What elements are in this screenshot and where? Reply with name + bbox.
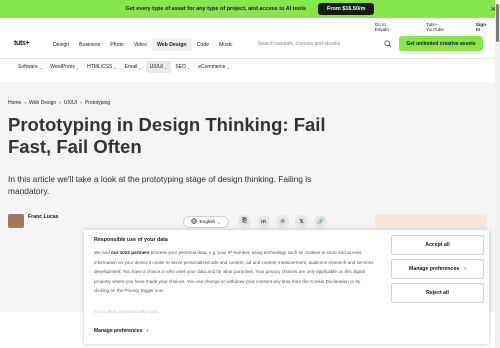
nav-item-code[interactable]: Code	[192, 39, 214, 51]
chevron-down-icon: ⌄	[113, 64, 117, 70]
search-input[interactable]: Search tutorials, courses and ebooks	[254, 41, 383, 47]
chevron-down-icon: ⌄	[226, 64, 230, 70]
consent-body: We and our 1022 partners process your pe…	[94, 250, 374, 293]
breadcrumb: Home › Web Design › UX/UI › Prototyping	[8, 100, 110, 106]
article-lede: In this article we'll take a look at the…	[8, 174, 312, 196]
nav-item-music[interactable]: Music	[214, 39, 238, 51]
subnav-label: SEO	[175, 64, 186, 70]
cookie-consent-dialog: Responsible use of your data We and our …	[84, 230, 489, 344]
x-icon[interactable]: 𝕏	[295, 215, 308, 228]
category-nav: Design Business Photo Video Web Design Code Mu…	[48, 39, 238, 51]
link-icon[interactable]: 🔗	[314, 215, 327, 228]
nav-item-video[interactable]: Video	[129, 39, 152, 51]
logo-text: tuts+	[14, 40, 30, 47]
author-name[interactable]: Franc Lucas	[28, 214, 59, 220]
promo-banner: Get every type of asset for any type of …	[0, 0, 500, 18]
subnav-label: eCommerce	[198, 64, 226, 70]
chevron-right-icon: ›	[59, 100, 61, 106]
search-bar[interactable]: Search tutorials, courses and ebooks	[254, 37, 393, 51]
manage-preferences-link[interactable]: Manage preferences ›	[94, 328, 148, 334]
scrollbar[interactable]	[495, 0, 500, 348]
nav-item-design[interactable]: Design	[48, 39, 74, 51]
nav-item-business[interactable]: Business	[74, 39, 105, 51]
language-selector[interactable]: English ⌄	[183, 216, 229, 228]
share-buttons: ⎘ in ℗ 𝕏 🔗	[238, 215, 327, 228]
chevron-down-icon: ⌄	[38, 64, 43, 70]
get-unlimited-assets-button[interactable]: Get unlimited creative assets	[399, 36, 483, 51]
subnav-label: UX/UI	[149, 64, 163, 70]
sub-nav: Software ⌄ WordPress ⌄ HTML/CSS ⌄ Email ⌄ UX/UI ⌄…	[14, 60, 234, 74]
subnav-item-ux-ui[interactable]: UX/UI ⌄	[145, 61, 172, 73]
subnav-label: Software	[18, 64, 38, 70]
breadcrumb-item[interactable]: Web Design	[29, 100, 56, 106]
goto-envato-link[interactable]: Go to Envato	[375, 22, 389, 32]
chevron-down-icon: ⌄	[75, 64, 80, 70]
subnav-item-software[interactable]: Software ⌄	[14, 61, 46, 73]
linkedin-icon[interactable]: in	[257, 215, 270, 228]
scrollbar-thumb[interactable]	[496, 4, 499, 42]
accept-all-button[interactable]: Accept all	[391, 235, 484, 255]
consent-faded-text: If you allow, personal data may...	[94, 309, 161, 314]
subnav-item-email[interactable]: Email ⌄	[121, 61, 146, 73]
copy-link-icon[interactable]: ⎘	[238, 215, 251, 228]
subnav-item-ecommerce[interactable]: eCommerce ⌄	[194, 61, 234, 73]
tuts-youtube-link[interactable]: Tuts+ YouTube	[426, 22, 444, 32]
side-promo-panel	[375, 214, 487, 228]
partners-link[interactable]: our 1022 partners	[111, 250, 150, 255]
chevron-right-icon: ›	[464, 266, 466, 272]
breadcrumb-item[interactable]: UX/UI	[64, 100, 77, 106]
subnav-item-html-css[interactable]: HTML/CSS ⌄	[83, 61, 121, 73]
breadcrumb-item[interactable]: Prototyping	[85, 100, 110, 106]
chevron-down-icon: ⌄	[138, 64, 142, 70]
breadcrumb-item[interactable]: Home	[8, 100, 21, 106]
subnav-label: WordPress	[50, 64, 75, 70]
sign-in-link[interactable]: Sign In	[476, 22, 486, 32]
logo[interactable]: tuts+	[14, 40, 30, 47]
promo-text: Get every type of asset for any type of …	[125, 6, 306, 12]
chevron-down-icon: ⌄	[186, 64, 191, 70]
avatar[interactable]	[8, 214, 24, 228]
subnav-label: Email	[124, 64, 138, 70]
pinterest-icon[interactable]: ℗	[276, 215, 289, 228]
manage-preferences-button[interactable]: Manage preferences ›	[391, 259, 484, 279]
search-icon[interactable]	[383, 39, 393, 49]
reject-all-button[interactable]: Reject all	[391, 283, 484, 303]
subnav-label: HTML/CSS	[87, 64, 113, 70]
chevron-right-icon: ›	[80, 100, 82, 106]
nav-item-photo[interactable]: Photo	[105, 39, 129, 51]
nav-item-web-design[interactable]: Web Design	[151, 39, 192, 51]
globe-icon	[191, 218, 198, 226]
chevron-down-icon: ⌄	[217, 219, 221, 225]
page-title: Prototyping in Design Thinking: Fail Fas…	[8, 114, 326, 157]
language-label: English	[199, 219, 216, 225]
promo-price-button[interactable]: From $16.50/m	[317, 3, 375, 15]
subnav-item-seo[interactable]: SEO ⌄	[171, 61, 194, 73]
chevron-right-icon: ›	[24, 100, 27, 106]
consent-title: Responsible use of your data	[94, 237, 168, 243]
subnav-item-wordpress[interactable]: WordPress ⌄	[46, 61, 83, 73]
nav-divider	[0, 58, 500, 59]
chevron-down-icon: ⌄	[163, 64, 168, 70]
chevron-right-icon: ›	[146, 328, 149, 334]
main-nav: tuts+ Design Business Photo Video Web Design…	[0, 32, 500, 56]
